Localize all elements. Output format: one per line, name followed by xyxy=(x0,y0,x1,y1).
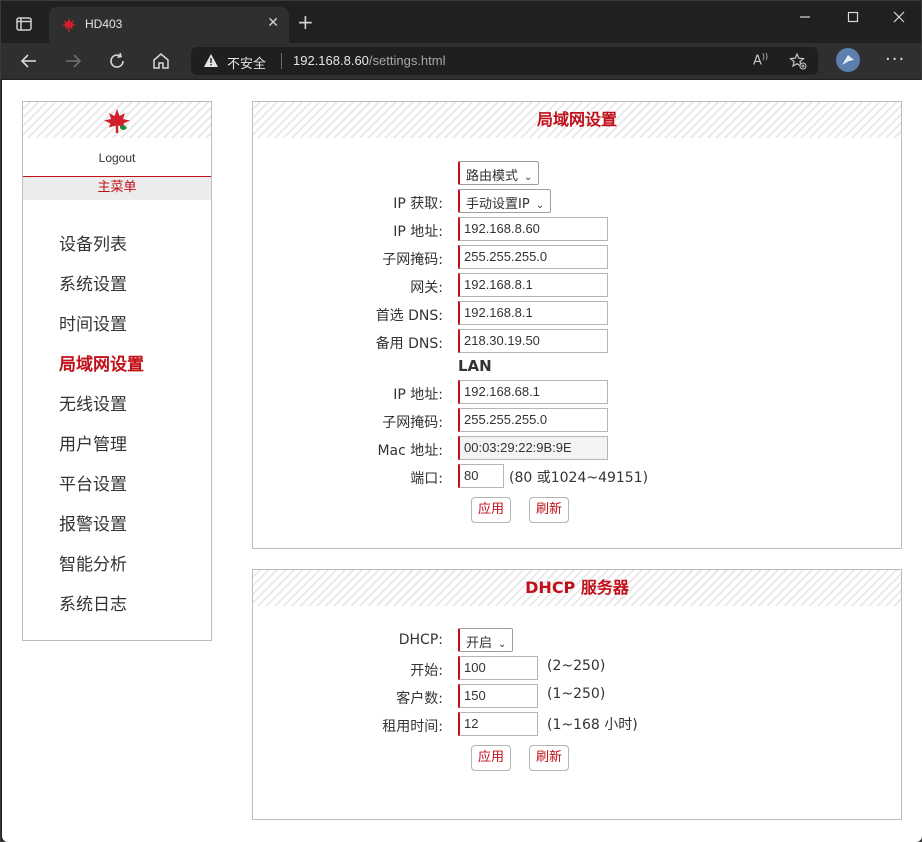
maple-leaf-icon xyxy=(61,17,77,33)
add-favorite-icon[interactable] xyxy=(789,52,807,74)
sidebar-item-system-log[interactable]: 系统日志 xyxy=(59,590,127,615)
lan-apply-button[interactable]: 应用 xyxy=(471,497,511,523)
gateway-input[interactable]: 192.168.8.1 xyxy=(458,273,608,297)
title-bar: HD403 ✕ + xyxy=(1,1,921,43)
dhcp-label: DHCP: xyxy=(398,632,443,648)
port-input[interactable]: 80 xyxy=(458,464,504,488)
dhcp-select[interactable]: 开启 ⌄ xyxy=(458,628,514,652)
wan-ip-label: IP 地址: xyxy=(393,224,443,240)
warning-icon xyxy=(203,53,219,69)
mac-label: Mac 地址: xyxy=(377,443,443,459)
browser-tab[interactable]: HD403 ✕ xyxy=(49,7,289,43)
dhcp-lease-hint: (1~168 小时) xyxy=(547,717,638,733)
lan-heading: LAN xyxy=(458,357,492,375)
insecure-label: 不安全 xyxy=(227,57,267,72)
browser-window: HD403 ✕ + 不安全 192.168.8.60/settings.html… xyxy=(0,0,922,842)
main-menu-header: 主菜单 xyxy=(23,176,211,200)
close-window-icon[interactable] xyxy=(893,11,905,27)
sidebar-item-device-list[interactable]: 设备列表 xyxy=(59,230,127,255)
sidebar-item-smart-analysis[interactable]: 智能分析 xyxy=(59,550,127,575)
dhcp-lease-input[interactable]: 12 xyxy=(458,712,538,736)
lan-ip-label: IP 地址: xyxy=(393,387,443,403)
dns1-label: 首选 DNS: xyxy=(375,308,443,324)
lan-panel-title: 局域网设置 xyxy=(253,102,901,138)
profile-avatar[interactable] xyxy=(836,48,860,72)
dns2-input[interactable]: 218.30.19.50 xyxy=(458,329,608,353)
dhcp-apply-button[interactable]: 应用 xyxy=(471,745,511,771)
logout-link[interactable]: Logout xyxy=(23,151,211,165)
dns1-input[interactable]: 192.168.8.1 xyxy=(458,301,608,325)
tab-actions-icon[interactable] xyxy=(13,13,35,35)
tab-close-icon[interactable]: ✕ xyxy=(267,15,279,31)
dhcp-server-panel: DHCP 服务器 DHCP: 开启 ⌄ 开始: 100 (2~250) 客户数: … xyxy=(252,569,902,820)
dns2-label: 备用 DNS: xyxy=(375,336,443,352)
maximize-icon[interactable] xyxy=(847,11,859,27)
sidebar-item-alarm-settings[interactable]: 报警设置 xyxy=(59,510,127,535)
sidebar: Logout 主菜单 设备列表 系统设置 时间设置 局域网设置 无线设置 用户管… xyxy=(22,101,212,641)
forward-icon[interactable] xyxy=(63,51,83,71)
lan-mask-label: 子网掩码: xyxy=(382,415,443,431)
back-icon[interactable] xyxy=(19,51,39,71)
dhcp-start-input[interactable]: 100 xyxy=(458,656,538,680)
new-tab-icon[interactable]: + xyxy=(297,12,314,32)
dhcp-start-hint: (2~250) xyxy=(547,658,606,674)
more-menu-icon[interactable]: ··· xyxy=(885,49,905,70)
ip-get-label: IP 获取: xyxy=(393,196,443,212)
navigation-bar: 不安全 192.168.8.60/settings.html A)) ··· xyxy=(1,43,921,79)
read-aloud-icon[interactable]: A)) xyxy=(753,52,768,68)
sidebar-item-platform-settings[interactable]: 平台设置 xyxy=(59,470,127,495)
sidebar-item-wireless-settings[interactable]: 无线设置 xyxy=(59,390,127,415)
refresh-icon[interactable] xyxy=(107,51,127,71)
wan-ip-input[interactable]: 192.168.8.60 xyxy=(458,217,608,241)
lan-refresh-button[interactable]: 刷新 xyxy=(529,497,569,523)
address-bar[interactable]: 不安全 192.168.8.60/settings.html A)) xyxy=(191,47,818,75)
sidebar-item-user-management[interactable]: 用户管理 xyxy=(59,430,127,455)
home-icon[interactable] xyxy=(151,51,171,71)
tab-title: HD403 xyxy=(85,17,123,31)
sidebar-item-lan-settings[interactable]: 局域网设置 xyxy=(59,350,144,375)
dhcp-lease-label: 租用时间: xyxy=(382,719,443,735)
lan-ip-input[interactable]: 192.168.68.1 xyxy=(458,380,608,404)
sidebar-item-time-settings[interactable]: 时间设置 xyxy=(59,310,127,335)
dhcp-clients-hint: (1~250) xyxy=(547,686,606,702)
minimize-icon[interactable] xyxy=(799,11,811,27)
wan-mask-input[interactable]: 255.255.255.0 xyxy=(458,245,608,269)
sidebar-item-system-settings[interactable]: 系统设置 xyxy=(59,270,127,295)
ip-get-select[interactable]: 手动设置IP ⌄ xyxy=(458,189,552,213)
dhcp-refresh-button[interactable]: 刷新 xyxy=(529,745,569,771)
dhcp-panel-title: DHCP 服务器 xyxy=(253,570,901,606)
dhcp-clients-label: 客户数: xyxy=(396,691,443,707)
lan-settings-panel: 局域网设置 路由模式 ⌄ IP 获取: 手动设置IP ⌄ IP 地址: 192.16… xyxy=(252,101,902,549)
address-divider xyxy=(281,53,282,69)
wan-mask-label: 子网掩码: xyxy=(382,252,443,268)
mode-select[interactable]: 路由模式 ⌄ xyxy=(458,161,540,185)
dhcp-start-label: 开始: xyxy=(410,663,443,679)
port-hint: (80 或1024~49151) xyxy=(509,470,649,486)
gateway-label: 网关: xyxy=(410,280,443,296)
maple-leaf-logo-icon xyxy=(103,108,131,134)
lan-mask-input[interactable]: 255.255.255.0 xyxy=(458,408,608,432)
page-content: Logout 主菜单 设备列表 系统设置 时间设置 局域网设置 无线设置 用户管… xyxy=(2,80,922,842)
url-text[interactable]: 192.168.8.60/settings.html xyxy=(293,53,446,68)
dhcp-clients-input[interactable]: 150 xyxy=(458,684,538,708)
port-label: 端口: xyxy=(410,471,443,487)
mac-input: 00:03:29:22:9B:9E xyxy=(458,436,608,460)
